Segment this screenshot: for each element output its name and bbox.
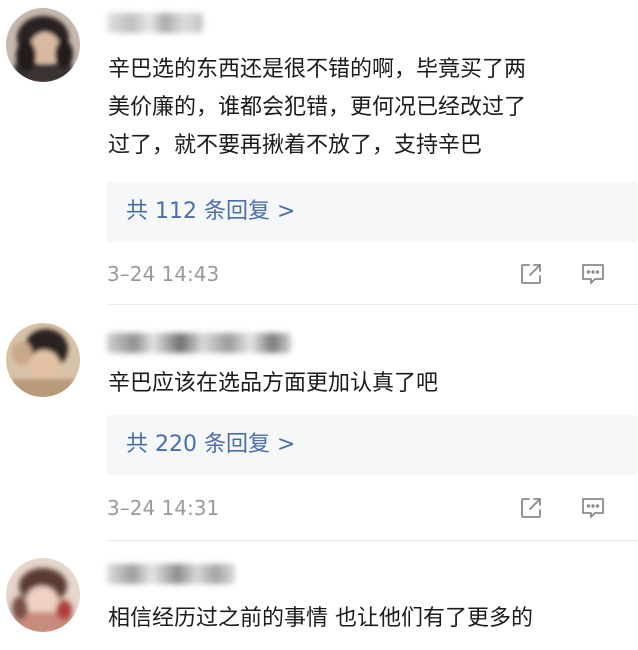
- timestamp: 3–24 14:43: [107, 262, 220, 286]
- view-replies-link[interactable]: 共 112 条回复 >: [126, 197, 295, 227]
- comment-item: 辛巴选的东西还是很不错的啊，毕竟买了两 美价廉的，谁都会犯错，更何况已经改过了 …: [0, 0, 638, 305]
- username-redacted[interactable]: [107, 330, 291, 356]
- divider: [106, 304, 638, 305]
- avatar[interactable]: [6, 8, 80, 82]
- comment-item: 相信经历过之前的事情 也让他们有了更多的: [0, 550, 638, 650]
- comment-item: 辛巴应该在选品方面更加认真了吧 共 220 条回复 > 3–24 14:31: [0, 316, 638, 541]
- comment-icon[interactable]: [580, 495, 606, 521]
- comment-text: 相信经历过之前的事情 也让他们有了更多的: [108, 600, 638, 638]
- comment-icon[interactable]: [580, 261, 606, 287]
- comment-meta: 3–24 14:31: [0, 495, 638, 521]
- comment-text-line: 辛巴选的东西还是很不错的啊，毕竟买了两: [108, 57, 527, 82]
- comment-feed: 辛巴选的东西还是很不错的啊，毕竟买了两 美价廉的，谁都会犯错，更何况已经改过了 …: [0, 0, 638, 650]
- replies-box[interactable]: 共 112 条回复 >: [106, 182, 638, 242]
- comment-text-line: 辛巴应该在选品方面更加认真了吧: [108, 371, 439, 396]
- replies-box[interactable]: 共 220 条回复 >: [106, 415, 638, 475]
- comment-text-line: 过了，就不要再揪着不放了，支持辛巴: [108, 133, 483, 158]
- timestamp: 3–24 14:31: [107, 496, 220, 520]
- comment-text-line: 相信经历过之前的事情 也让他们有了更多的: [108, 606, 533, 631]
- share-icon[interactable]: [518, 261, 544, 287]
- avatar[interactable]: [6, 558, 80, 632]
- comment-text-line: 美价廉的，谁都会犯错，更何况已经改过了: [108, 95, 527, 120]
- username-redacted[interactable]: [107, 561, 235, 587]
- comment-text: 辛巴应该在选品方面更加认真了吧: [108, 365, 638, 403]
- avatar[interactable]: [6, 323, 80, 397]
- view-replies-link[interactable]: 共 220 条回复 >: [126, 430, 295, 460]
- divider: [106, 540, 638, 541]
- username-redacted[interactable]: [107, 10, 203, 36]
- share-icon[interactable]: [518, 495, 544, 521]
- comment-text: 辛巴选的东西还是很不错的啊，毕竟买了两 美价廉的，谁都会犯错，更何况已经改过了 …: [108, 51, 638, 165]
- comment-meta: 3–24 14:43: [0, 261, 638, 287]
